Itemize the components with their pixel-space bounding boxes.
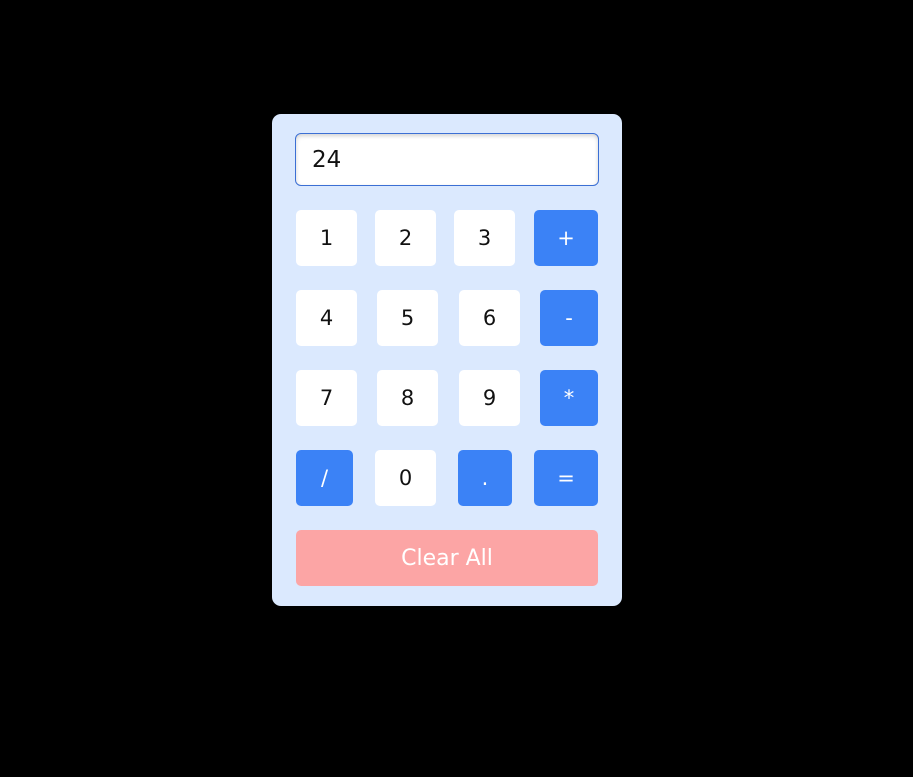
display-input[interactable] <box>295 133 599 186</box>
key-4[interactable]: 4 <box>296 290 357 346</box>
key-3[interactable]: 3 <box>454 210 515 266</box>
key-6[interactable]: 6 <box>459 290 520 346</box>
calculator-panel: 1 2 3 + 4 5 6 - 7 8 9 * / 0 . = Clear Al… <box>272 114 622 606</box>
key-minus[interactable]: - <box>540 290 598 346</box>
key-5[interactable]: 5 <box>377 290 438 346</box>
key-equals[interactable]: = <box>534 450 598 506</box>
clear-all-button[interactable]: Clear All <box>296 530 598 586</box>
key-8[interactable]: 8 <box>377 370 438 426</box>
key-divide[interactable]: / <box>296 450 353 506</box>
key-9[interactable]: 9 <box>459 370 520 426</box>
key-7[interactable]: 7 <box>296 370 357 426</box>
key-2[interactable]: 2 <box>375 210 436 266</box>
key-multiply[interactable]: * <box>540 370 598 426</box>
key-plus[interactable]: + <box>534 210 598 266</box>
key-decimal[interactable]: . <box>458 450 512 506</box>
key-1[interactable]: 1 <box>296 210 357 266</box>
key-0[interactable]: 0 <box>375 450 436 506</box>
